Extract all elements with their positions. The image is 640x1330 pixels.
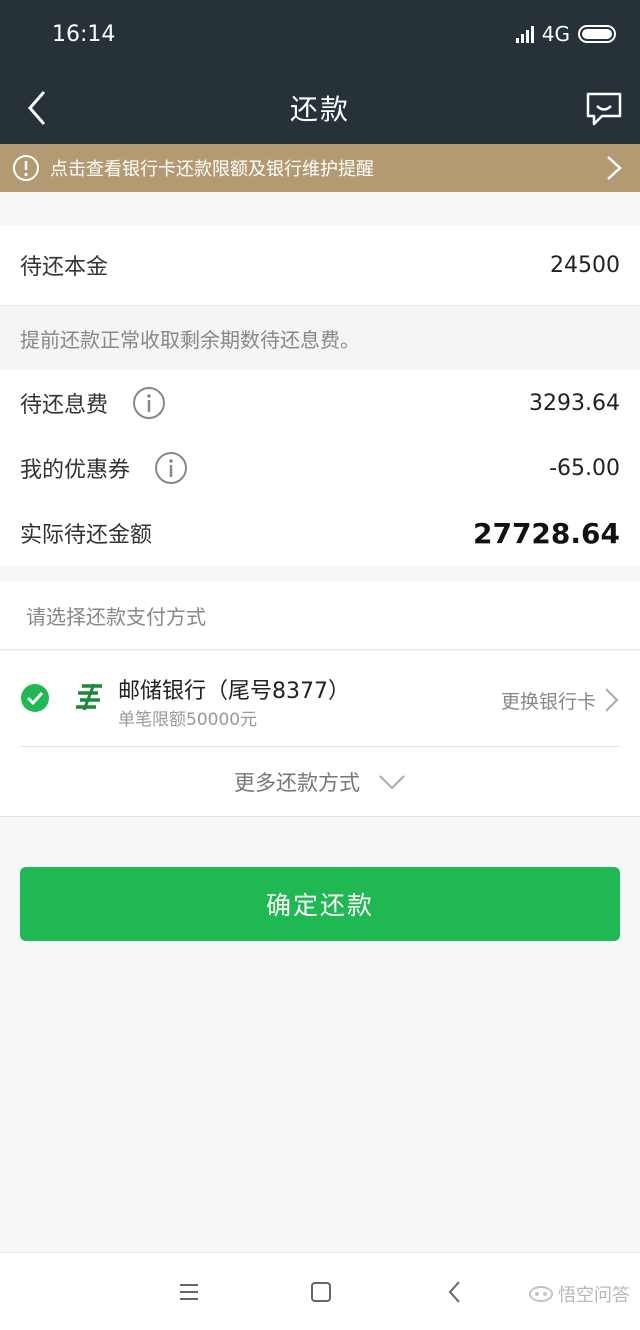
interest-row: 待还息费 3293.64	[0, 370, 640, 436]
postal-bank-logo-icon	[76, 683, 102, 711]
total-row: 实际待还金额 27728.64	[0, 500, 640, 566]
interest-value: 3293.64	[529, 390, 620, 416]
principal-value: 24500	[550, 252, 620, 278]
notice-banner[interactable]: 点击查看银行卡还款限额及银行维护提醒	[0, 144, 640, 192]
total-label: 实际待还金额	[20, 523, 153, 548]
battery-icon	[578, 25, 616, 43]
bank-name: 邮储银行（尾号8377）	[118, 679, 350, 704]
home-icon[interactable]	[308, 1279, 334, 1305]
more-payment-label: 更多还款方式	[234, 770, 360, 795]
back-icon[interactable]	[444, 1279, 466, 1305]
bank-limit: 单笔限额50000元	[118, 710, 258, 730]
status-indicators: 4G	[515, 22, 616, 46]
notice-text: 点击查看银行卡还款限额及银行维护提醒	[50, 159, 374, 180]
watermark-logo-icon	[529, 1286, 553, 1302]
network-type: 4G	[541, 22, 570, 46]
watermark: 悟空问答	[528, 1281, 630, 1307]
payment-method-hint: 请选择还款支付方式	[0, 582, 640, 650]
alert-icon	[13, 155, 39, 181]
system-nav-bar: 悟空问答	[0, 1252, 640, 1330]
bank-card-option[interactable]: 邮储银行（尾号8377） 单笔限额50000元 更换银行卡	[0, 651, 640, 747]
coupon-value: -65.00	[549, 455, 620, 481]
principal-label: 待还本金	[20, 255, 109, 280]
interest-label: 待还息费	[20, 393, 109, 418]
coupon-row: 我的优惠券 -65.00	[0, 436, 640, 500]
status-time: 16:14	[52, 22, 116, 47]
prepayment-note: 提前还款正常收取剩余期数待还息费。	[0, 306, 640, 370]
confirm-repayment-button[interactable]: 确定还款	[20, 867, 620, 941]
amount-summary: 待还息费 3293.64 我的优惠券 -65.00 实际待还金额 27728.6…	[0, 370, 640, 566]
coupon-label: 我的优惠券	[20, 458, 131, 483]
chevron-right-icon	[605, 688, 619, 712]
chevron-down-icon	[379, 774, 405, 789]
total-value: 27728.64	[472, 516, 620, 550]
menu-icon[interactable]	[176, 1279, 202, 1305]
feedback-icon[interactable]	[582, 86, 626, 130]
nav-bar: 还款	[0, 72, 640, 144]
page-title: 还款	[289, 93, 350, 126]
chevron-right-icon	[607, 156, 622, 180]
watermark-text: 悟空问答	[558, 1285, 630, 1306]
checkmark-icon	[21, 684, 49, 712]
principal-row: 待还本金 24500	[0, 225, 640, 306]
info-icon[interactable]	[154, 451, 188, 485]
signal-icon	[515, 25, 534, 43]
change-card-link[interactable]: 更换银行卡	[501, 687, 596, 714]
more-payment-methods[interactable]: 更多还款方式	[0, 747, 640, 817]
status-bar: 16:14 4G	[0, 0, 640, 72]
info-icon[interactable]	[132, 386, 166, 420]
